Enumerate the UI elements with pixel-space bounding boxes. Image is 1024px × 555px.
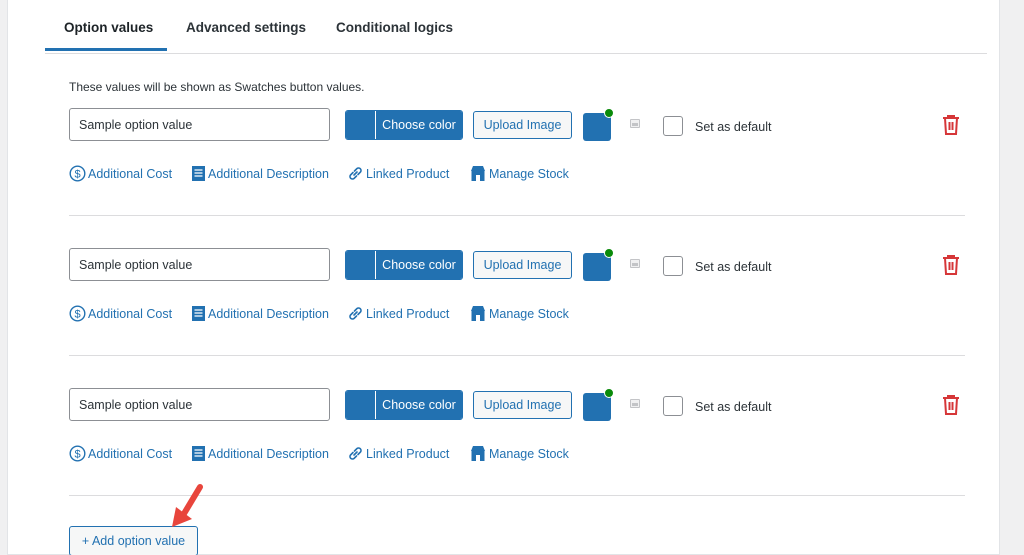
additional-description-label: Additional Description	[208, 166, 329, 181]
option-links: $ Additional Cost Additional Description…	[69, 165, 669, 183]
additional-description-label: Additional Description	[208, 306, 329, 321]
choose-color-label: Choose color	[375, 111, 462, 139]
tab-advanced-settings[interactable]: Advanced settings	[186, 20, 306, 35]
choose-color-button[interactable]: Choose color	[345, 110, 463, 140]
row-divider	[69, 215, 965, 216]
additional-description-link[interactable]: Additional Description	[191, 445, 329, 462]
link-icon	[349, 447, 362, 460]
option-links: $ Additional Cost Additional Description…	[69, 305, 669, 323]
manage-stock-link[interactable]: Manage Stock	[469, 305, 569, 322]
linked-product-link[interactable]: Linked Product	[347, 305, 449, 322]
additional-cost-label: Additional Cost	[88, 446, 173, 461]
color-swatch	[346, 251, 375, 279]
document-icon	[192, 306, 205, 321]
linked-product-label: Linked Product	[366, 306, 450, 321]
additional-cost-link[interactable]: $ Additional Cost	[69, 165, 172, 182]
additional-description-link[interactable]: Additional Description	[191, 165, 329, 182]
additional-cost-label: Additional Cost	[88, 306, 173, 321]
choose-color-button[interactable]: Choose color	[345, 250, 463, 280]
color-swatch	[346, 111, 375, 139]
trash-icon[interactable]	[941, 254, 961, 276]
additional-description-label: Additional Description	[208, 446, 329, 461]
trash-icon[interactable]	[941, 394, 961, 416]
option-value-input[interactable]	[69, 108, 330, 141]
svg-text:$: $	[74, 449, 80, 461]
set-default-checkbox[interactable]	[663, 116, 683, 136]
manage-stock-label: Manage Stock	[489, 306, 569, 321]
annotation-arrow	[172, 484, 203, 527]
option-value-row: Choose color Upload Image Set as default…	[8, 248, 1001, 388]
svg-text:$: $	[74, 309, 80, 321]
option-value-row: Choose color Upload Image Set as default…	[8, 388, 1001, 528]
option-values-panel: Option values Advanced settings Conditio…	[7, 0, 1000, 555]
option-value-input[interactable]	[69, 248, 330, 281]
tab-conditional-logics[interactable]: Conditional logics	[336, 20, 453, 35]
link-icon	[349, 167, 362, 180]
additional-description-link[interactable]: Additional Description	[191, 305, 329, 322]
store-icon	[471, 446, 485, 461]
linked-product-label: Linked Product	[366, 166, 450, 181]
additional-cost-label: Additional Cost	[88, 166, 173, 181]
status-dot	[604, 108, 614, 118]
upload-image-button[interactable]: Upload Image	[473, 391, 572, 419]
manage-stock-link[interactable]: Manage Stock	[469, 445, 569, 462]
active-tab-indicator	[45, 48, 167, 51]
image-placeholder-icon	[630, 119, 640, 128]
option-value-row: Choose color Upload Image Set as default…	[8, 108, 1001, 248]
svg-text:$: $	[74, 169, 80, 181]
document-icon	[192, 446, 205, 461]
status-dot	[604, 248, 614, 258]
set-default-label: Set as default	[695, 400, 772, 414]
set-default-label: Set as default	[695, 120, 772, 134]
choose-color-button[interactable]: Choose color	[345, 390, 463, 420]
option-value-input[interactable]	[69, 388, 330, 421]
intro-text: These values will be shown as Swatches b…	[69, 80, 365, 94]
trash-icon[interactable]	[941, 114, 961, 136]
image-placeholder-icon	[630, 399, 640, 408]
color-swatch	[346, 391, 375, 419]
manage-stock-link[interactable]: Manage Stock	[469, 165, 569, 182]
dollar-circle-icon: $	[69, 165, 86, 182]
upload-image-button[interactable]: Upload Image	[473, 111, 572, 139]
store-icon	[471, 166, 485, 181]
tab-bar: Option values Advanced settings Conditio…	[45, 0, 987, 54]
choose-color-label: Choose color	[375, 391, 462, 419]
document-icon	[192, 166, 205, 181]
set-default-checkbox[interactable]	[663, 256, 683, 276]
store-icon	[471, 306, 485, 321]
additional-cost-link[interactable]: $ Additional Cost	[69, 445, 172, 462]
set-default-checkbox[interactable]	[663, 396, 683, 416]
set-default-label: Set as default	[695, 260, 772, 274]
manage-stock-label: Manage Stock	[489, 446, 569, 461]
option-links: $ Additional Cost Additional Description…	[69, 445, 669, 463]
row-divider	[69, 355, 965, 356]
tab-option-values[interactable]: Option values	[64, 20, 153, 35]
status-dot	[604, 388, 614, 398]
dollar-circle-icon: $	[69, 305, 86, 322]
choose-color-label: Choose color	[375, 251, 462, 279]
linked-product-link[interactable]: Linked Product	[347, 165, 449, 182]
dollar-circle-icon: $	[69, 445, 86, 462]
linked-product-link[interactable]: Linked Product	[347, 445, 449, 462]
linked-product-label: Linked Product	[366, 446, 450, 461]
link-icon	[349, 307, 362, 320]
additional-cost-link[interactable]: $ Additional Cost	[69, 305, 172, 322]
upload-image-button[interactable]: Upload Image	[473, 251, 572, 279]
manage-stock-label: Manage Stock	[489, 166, 569, 181]
image-placeholder-icon	[630, 259, 640, 268]
